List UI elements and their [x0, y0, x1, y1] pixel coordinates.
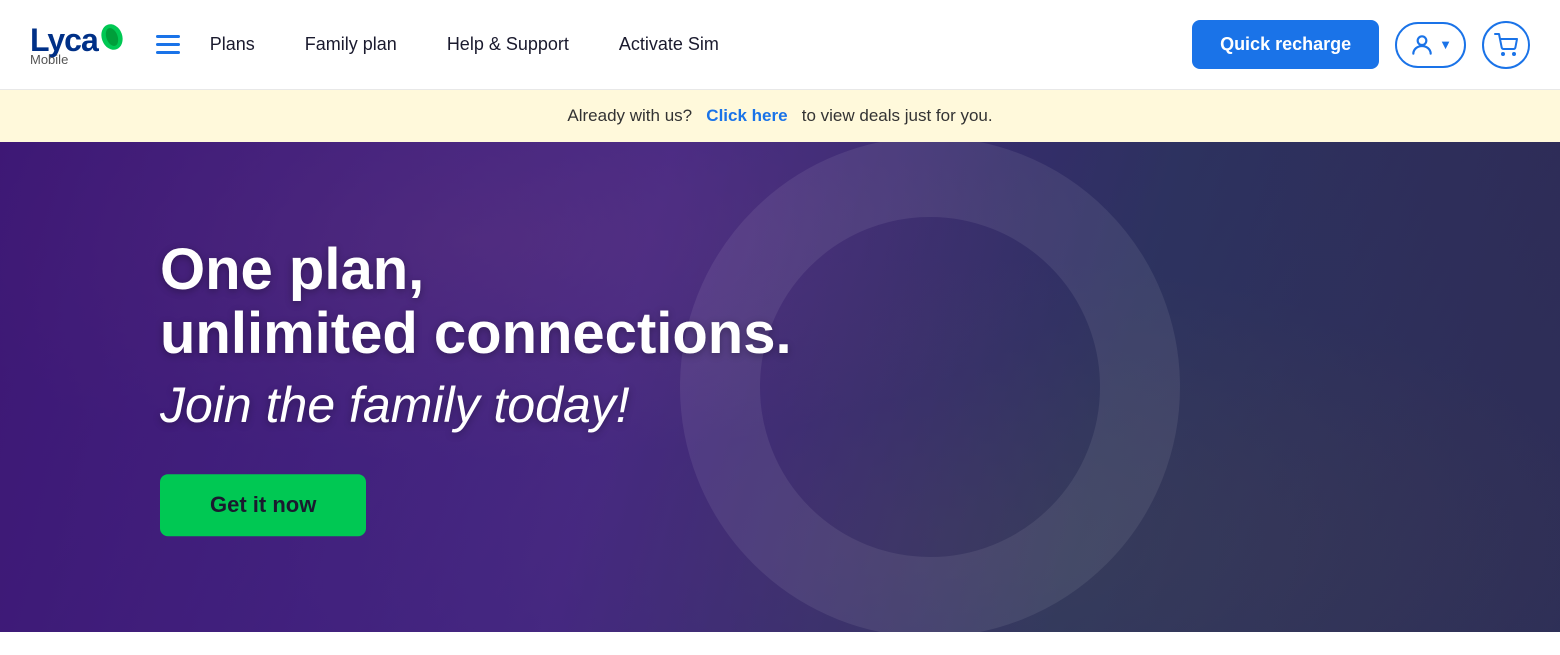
- hero-subheadline: Join the family today!: [160, 376, 792, 434]
- nav-link-activate-sim[interactable]: Activate Sim: [619, 34, 719, 55]
- quick-recharge-button[interactable]: Quick recharge: [1192, 20, 1379, 69]
- promo-text-before: Already with us?: [567, 106, 692, 125]
- hamburger-menu-button[interactable]: [156, 35, 180, 54]
- nav-right: Quick recharge ▼: [1192, 20, 1530, 69]
- promo-banner: Already with us? Click here to view deal…: [0, 90, 1560, 142]
- cart-button[interactable]: [1482, 21, 1530, 69]
- navbar: Lyca Mobile Plans Family plan Help & Sup…: [0, 0, 1560, 90]
- logo-leaf-icon: [98, 23, 126, 51]
- logo[interactable]: Lyca Mobile: [30, 23, 126, 67]
- hero-section: One plan, unlimited connections. Join th…: [0, 142, 1560, 632]
- get-it-now-button[interactable]: Get it now: [160, 474, 366, 536]
- hero-content: One plan, unlimited connections. Join th…: [160, 238, 792, 536]
- hero-headline: One plan, unlimited connections.: [160, 238, 792, 366]
- chevron-down-icon: ▼: [1439, 37, 1452, 52]
- cart-icon: [1494, 33, 1518, 57]
- nav-link-help-support[interactable]: Help & Support: [447, 34, 569, 55]
- user-icon: [1409, 32, 1435, 58]
- nav-link-family-plan[interactable]: Family plan: [305, 34, 397, 55]
- account-menu-button[interactable]: ▼: [1395, 22, 1466, 68]
- promo-text-after: to view deals just for you.: [802, 106, 993, 125]
- nav-links: Plans Family plan Help & Support Activat…: [210, 34, 1192, 55]
- nav-link-plans[interactable]: Plans: [210, 34, 255, 55]
- promo-click-here-link[interactable]: Click here: [706, 106, 787, 125]
